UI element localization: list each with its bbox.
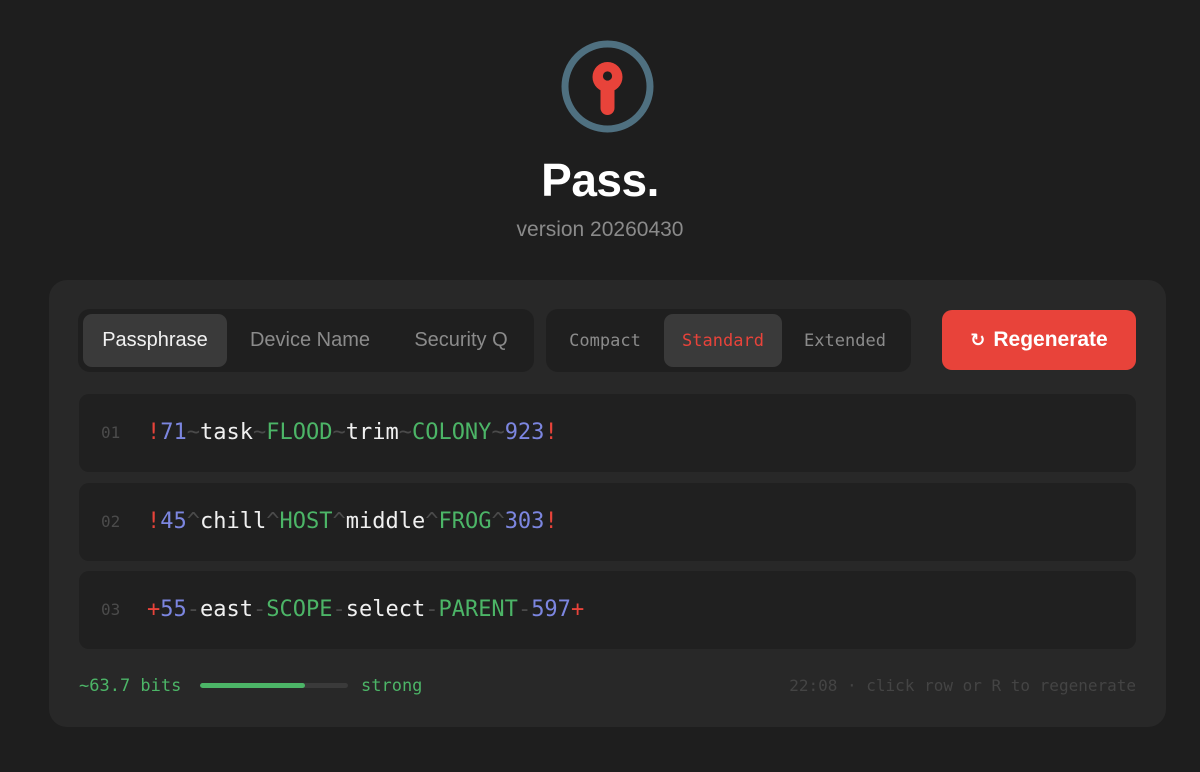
length-selector: Compact Standard Extended [546, 309, 911, 372]
tab-security-q[interactable]: Security Q [394, 314, 528, 367]
password-text: +55-east-SCOPE-select-PARENT-597+ [147, 571, 584, 649]
mode-selector: Passphrase Device Name Security Q [78, 309, 534, 372]
separator-token: ^ [266, 509, 280, 534]
separator-token: - [517, 597, 532, 622]
caps-word-token: COLONY [411, 420, 492, 445]
length-standard[interactable]: Standard [664, 314, 782, 367]
number-token: 71 [160, 420, 187, 445]
separator-token: ~ [332, 420, 346, 445]
tab-device-name-label: Device Name [249, 329, 371, 351]
row-number: 02 [101, 512, 121, 531]
strength-footer: ~63.7 bits strong 22:08 · click row or R… [79, 674, 1136, 698]
regenerate-button[interactable]: ↻ Regenerate [942, 310, 1136, 370]
separator-token: ^ [332, 509, 346, 534]
word-token: select [345, 597, 426, 622]
version-label: version 20260430 [516, 218, 684, 241]
length-extended-label: Extended [804, 330, 886, 351]
word-token: middle [345, 509, 426, 534]
password-text: !45^chill^HOST^middle^FROG^303! [147, 483, 558, 561]
regenerate-label: Regenerate [993, 328, 1108, 351]
app-title: Pass. [541, 154, 659, 206]
password-row[interactable]: 01 !71~task~FLOOD~trim~COLONY~923! [79, 394, 1136, 472]
word-token: trim [345, 420, 399, 445]
tab-passphrase-label: Passphrase [102, 329, 208, 351]
separator-token: - [252, 597, 267, 622]
length-compact[interactable]: Compact [551, 314, 659, 367]
regenerate-hint: 22:08 · click row or R to regenerate [789, 676, 1136, 695]
separator-token: ~ [491, 420, 505, 445]
keyhole-logo-icon [561, 40, 654, 133]
strength-label: strong [361, 676, 423, 696]
caps-word-token: FLOOD [266, 420, 333, 445]
separator-token: ~ [252, 420, 267, 445]
caps-word-token: SCOPE [266, 597, 333, 622]
strength-meter [200, 683, 348, 688]
number-token: 55 [160, 597, 187, 622]
symbol-token: ! [544, 509, 558, 534]
number-token: 923 [504, 420, 545, 445]
number-token: 597 [531, 597, 571, 622]
symbol-token: ! [544, 420, 558, 445]
word-token: chill [200, 509, 267, 534]
separator-token: - [186, 597, 200, 622]
number-token: 45 [160, 509, 187, 534]
tab-security-q-label: Security Q [414, 329, 508, 351]
row-number: 01 [101, 423, 121, 442]
tab-passphrase[interactable]: Passphrase [83, 314, 227, 367]
symbol-token: ! [147, 509, 161, 534]
caps-word-token: HOST [279, 509, 333, 534]
password-row[interactable]: 03 +55-east-SCOPE-select-PARENT-597+ [79, 571, 1136, 649]
symbol-token: + [147, 597, 161, 622]
length-extended[interactable]: Extended [787, 314, 903, 367]
password-text: !71~task~FLOOD~trim~COLONY~923! [147, 394, 558, 472]
word-token: east [200, 597, 253, 622]
separator-token: ^ [491, 509, 505, 534]
caps-word-token: PARENT [438, 597, 518, 622]
strength-meter-fill [200, 683, 306, 688]
entropy-bits: ~63.7 bits [79, 676, 182, 696]
separator-token: ~ [186, 420, 200, 445]
word-token: task [200, 420, 253, 445]
length-standard-label: Standard [682, 330, 764, 351]
length-compact-label: Compact [569, 330, 641, 351]
symbol-token: ! [147, 420, 161, 445]
symbol-token: + [570, 597, 585, 622]
separator-token: - [425, 597, 439, 622]
separator-token: - [332, 597, 346, 622]
row-number: 03 [101, 600, 121, 619]
password-row[interactable]: 02 !45^chill^HOST^middle^FROG^303! [79, 483, 1136, 561]
separator-token: ^ [425, 509, 439, 534]
separator-token: ~ [398, 420, 412, 445]
caps-word-token: FROG [438, 509, 492, 534]
tab-device-name[interactable]: Device Name [233, 314, 387, 367]
refresh-icon: ↻ [970, 330, 986, 350]
separator-token: ^ [186, 509, 200, 534]
number-token: 303 [504, 509, 545, 534]
generator-card: Passphrase Device Name Security Q Compac… [49, 280, 1166, 727]
